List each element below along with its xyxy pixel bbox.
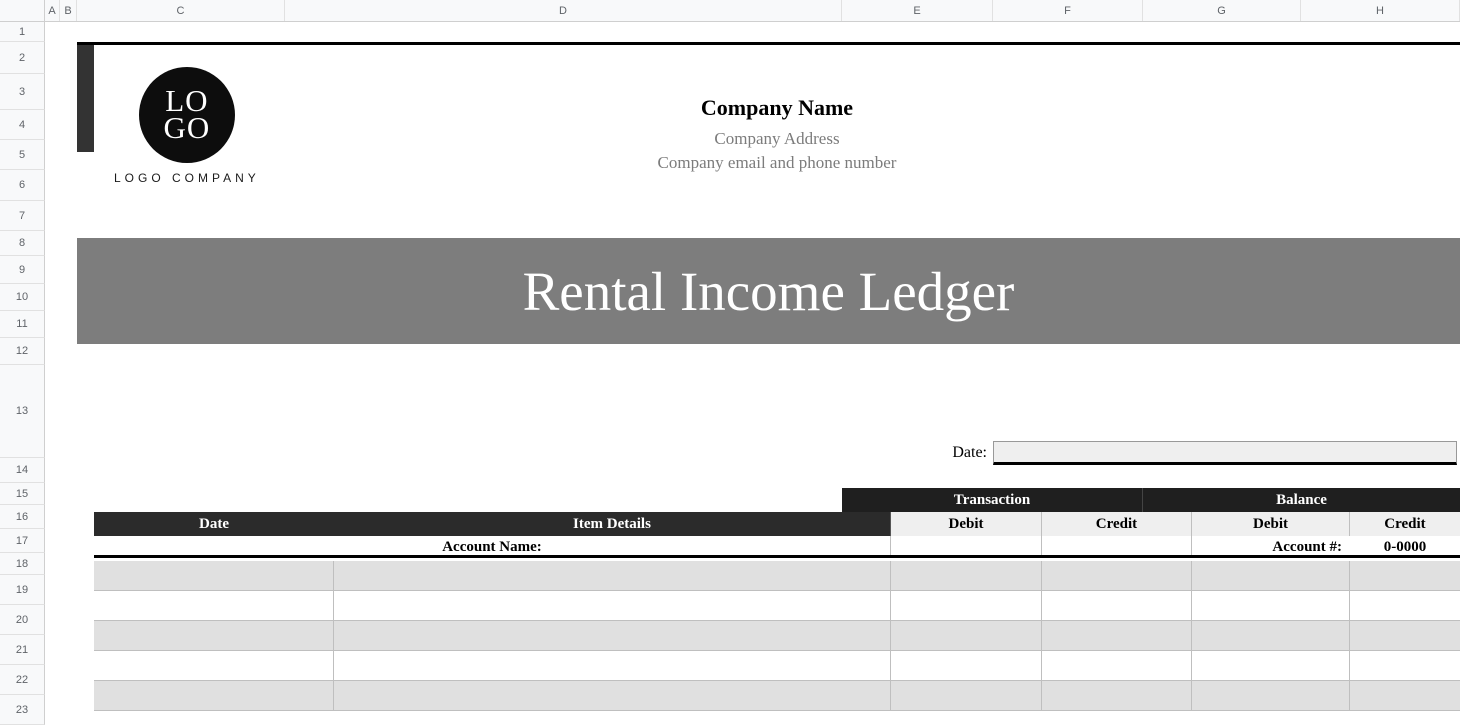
trans-credit-cell[interactable]	[1042, 681, 1192, 710]
th-date: Date	[94, 512, 334, 536]
bal-debit-cell[interactable]	[1192, 681, 1350, 710]
th-balance-credit: Credit	[1350, 512, 1460, 536]
banner-title: Rental Income Ledger	[523, 260, 1015, 323]
row-header-14[interactable]: 14	[0, 458, 45, 483]
trans-debit-cell[interactable]	[891, 651, 1042, 680]
bal-credit-cell[interactable]	[1350, 651, 1460, 680]
row-header-21[interactable]: 21	[0, 635, 45, 665]
row-header-11[interactable]: 11	[0, 311, 45, 338]
row-header-23[interactable]: 23	[0, 695, 45, 725]
ledger-data-rows	[94, 561, 1460, 711]
row-headers: 1234567891011121314151617181920212223	[0, 22, 45, 725]
row-header-13[interactable]: 13	[0, 365, 45, 458]
account-spacer-1	[891, 536, 1042, 555]
col-header-G[interactable]: G	[1143, 0, 1301, 21]
col-header-F[interactable]: F	[993, 0, 1143, 21]
corner-cell[interactable]	[0, 0, 45, 21]
bal-debit-cell[interactable]	[1192, 591, 1350, 620]
col-header-D[interactable]: D	[285, 0, 842, 21]
table-header-groups: Transaction Balance	[842, 488, 1460, 512]
th-balance-debit: Debit	[1192, 512, 1350, 536]
row-header-18[interactable]: 18	[0, 553, 45, 575]
document-header: LO GO LOGO COMPANY Company Name Company …	[94, 45, 1460, 238]
company-address: Company Address	[94, 129, 1460, 149]
account-number-label: Account #:	[1192, 536, 1350, 555]
row-header-7[interactable]: 7	[0, 201, 45, 231]
row-header-6[interactable]: 6	[0, 170, 45, 201]
ledger-row[interactable]	[94, 591, 1460, 621]
company-name: Company Name	[94, 95, 1460, 121]
row-header-19[interactable]: 19	[0, 575, 45, 605]
bal-credit-cell[interactable]	[1350, 621, 1460, 650]
trans-credit-cell[interactable]	[1042, 561, 1192, 590]
spreadsheet-grid[interactable]: LO GO LOGO COMPANY Company Name Company …	[45, 22, 1460, 712]
left-accent-bar	[77, 45, 94, 152]
date-row: Date:	[842, 440, 1460, 466]
company-info: Company Name Company Address Company ema…	[94, 95, 1460, 177]
th-item-details: Item Details	[334, 512, 891, 536]
trans-debit-cell[interactable]	[891, 621, 1042, 650]
ledger-row[interactable]	[94, 621, 1460, 651]
item-cell[interactable]	[334, 561, 891, 590]
row-header-4[interactable]: 4	[0, 110, 45, 140]
date-cell[interactable]	[94, 621, 334, 650]
trans-credit-cell[interactable]	[1042, 621, 1192, 650]
date-input[interactable]	[993, 441, 1457, 465]
col-header-A[interactable]: A	[45, 0, 60, 21]
column-headers: A B C D E F G H	[0, 0, 1460, 22]
col-header-H[interactable]: H	[1301, 0, 1460, 21]
row-header-15[interactable]: 15	[0, 483, 45, 505]
ledger-row[interactable]	[94, 561, 1460, 591]
title-banner: Rental Income Ledger	[77, 238, 1460, 344]
row-header-20[interactable]: 20	[0, 605, 45, 635]
row-header-12[interactable]: 12	[0, 338, 45, 365]
trans-debit-cell[interactable]	[891, 681, 1042, 710]
bal-debit-cell[interactable]	[1192, 651, 1350, 680]
table-header-columns: Date Item Details Debit Credit Debit Cre…	[94, 512, 1460, 536]
row-header-8[interactable]: 8	[0, 231, 45, 256]
bal-debit-cell[interactable]	[1192, 561, 1350, 590]
item-cell[interactable]	[334, 621, 891, 650]
ledger-row[interactable]	[94, 681, 1460, 711]
account-name-label: Account Name:	[94, 536, 891, 555]
trans-debit-cell[interactable]	[891, 591, 1042, 620]
bal-credit-cell[interactable]	[1350, 681, 1460, 710]
date-cell[interactable]	[94, 651, 334, 680]
ledger-row[interactable]	[94, 651, 1460, 681]
date-cell[interactable]	[94, 591, 334, 620]
trans-credit-cell[interactable]	[1042, 591, 1192, 620]
row-header-2[interactable]: 2	[0, 42, 45, 74]
trans-credit-cell[interactable]	[1042, 651, 1192, 680]
col-header-C[interactable]: C	[77, 0, 285, 21]
th-transaction: Transaction	[842, 488, 1143, 512]
date-label: Date:	[842, 444, 993, 462]
th-transaction-debit: Debit	[891, 512, 1042, 536]
th-transaction-credit: Credit	[1042, 512, 1192, 536]
row-header-3[interactable]: 3	[0, 74, 45, 110]
item-cell[interactable]	[334, 651, 891, 680]
bal-credit-cell[interactable]	[1350, 561, 1460, 590]
col-header-E[interactable]: E	[842, 0, 993, 21]
row-header-1[interactable]: 1	[0, 22, 45, 42]
col-header-B[interactable]: B	[60, 0, 77, 21]
date-cell[interactable]	[94, 681, 334, 710]
account-spacer-2	[1042, 536, 1192, 555]
company-contact: Company email and phone number	[94, 153, 1460, 173]
item-cell[interactable]	[334, 591, 891, 620]
row-header-5[interactable]: 5	[0, 140, 45, 170]
trans-debit-cell[interactable]	[891, 561, 1042, 590]
row-header-16[interactable]: 16	[0, 505, 45, 529]
account-number-value[interactable]: 0-0000	[1350, 536, 1460, 555]
row-header-22[interactable]: 22	[0, 665, 45, 695]
account-row: Account Name: Account #: 0-0000	[94, 536, 1460, 558]
row-header-9[interactable]: 9	[0, 256, 45, 284]
item-cell[interactable]	[334, 681, 891, 710]
row-header-10[interactable]: 10	[0, 284, 45, 311]
bal-debit-cell[interactable]	[1192, 621, 1350, 650]
bal-credit-cell[interactable]	[1350, 591, 1460, 620]
row-header-17[interactable]: 17	[0, 529, 45, 553]
date-cell[interactable]	[94, 561, 334, 590]
th-balance: Balance	[1143, 488, 1460, 512]
